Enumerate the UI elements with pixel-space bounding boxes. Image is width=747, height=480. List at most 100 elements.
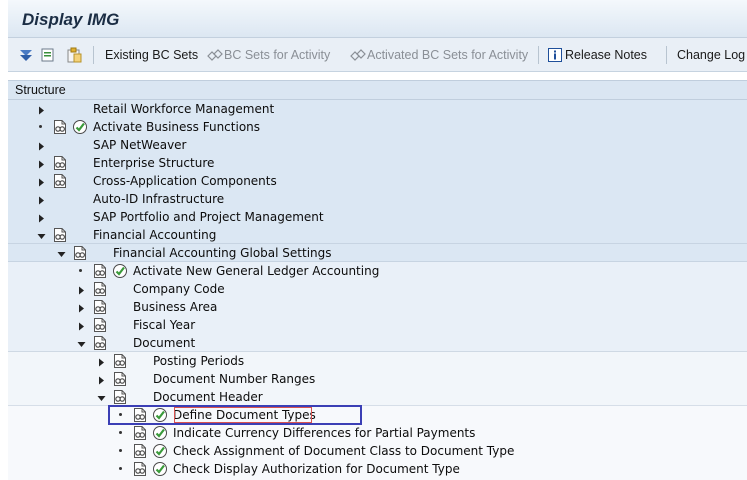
expand-subtree-button[interactable] <box>18 38 34 72</box>
info-icon <box>548 48 562 62</box>
activated-bc-sets-label: Activated BC Sets for Activity <box>367 48 529 62</box>
tree-node-posting-periods[interactable]: Posting Periods <box>8 352 747 370</box>
documentation-icon[interactable] <box>52 155 68 171</box>
existing-bc-sets-button[interactable]: Existing BC Sets <box>105 38 198 72</box>
expand-node-icon[interactable] <box>97 356 105 367</box>
expand-node-icon[interactable] <box>37 158 45 169</box>
tree-node-activate-new-general-ledger-accounting[interactable]: Activate New General Ledger Accounting <box>8 262 747 280</box>
find-button[interactable] <box>40 38 56 72</box>
expand-node-icon[interactable] <box>37 212 45 223</box>
clipboard-icon <box>67 47 82 63</box>
documentation-icon[interactable] <box>112 389 128 405</box>
tree-node-label: Document <box>133 336 196 350</box>
expand-node-icon[interactable] <box>37 176 45 187</box>
documentation-icon[interactable] <box>72 245 88 261</box>
documentation-icon[interactable] <box>52 173 68 189</box>
execute-activity-icon[interactable] <box>152 461 168 477</box>
tree-node-check-assignment-of-document-class-to-document-type[interactable]: Check Assignment of Document Class to Do… <box>8 442 747 460</box>
collapse-node-icon[interactable] <box>97 392 106 401</box>
tree-node-label: Auto-ID Infrastructure <box>93 192 225 206</box>
tree-node-label: Activate New General Ledger Accounting <box>133 264 380 278</box>
execute-activity-icon[interactable] <box>72 119 88 135</box>
paste-button[interactable] <box>66 38 82 72</box>
documentation-icon[interactable] <box>92 281 108 297</box>
collapse-node-icon[interactable] <box>57 248 66 257</box>
activated-bc-set-icon <box>350 49 366 61</box>
tree-node-label: Fiscal Year <box>133 318 196 332</box>
expand-node-icon[interactable] <box>77 320 85 331</box>
tree-node-auto-id-infrastructure[interactable]: Auto-ID Infrastructure <box>8 190 747 208</box>
tree-node-check-display-authorization-for-document-type[interactable]: Check Display Authorization for Document… <box>8 460 747 478</box>
expand-node-icon[interactable] <box>97 374 105 385</box>
tree-node-label: Enterprise Structure <box>93 156 215 170</box>
tree-node-retail-workforce-management[interactable]: Retail Workforce Management <box>8 100 747 118</box>
tree-node-sap-netweaver[interactable]: SAP NetWeaver <box>8 136 747 154</box>
documentation-icon[interactable] <box>52 119 68 135</box>
tree-node-label: SAP Portfolio and Project Management <box>93 210 324 224</box>
tree-node-label: Business Area <box>133 300 218 314</box>
documentation-icon[interactable] <box>92 335 108 351</box>
documentation-icon[interactable] <box>112 371 128 387</box>
documentation-icon[interactable] <box>52 227 68 243</box>
tree-node-document-number-ranges[interactable]: Document Number Ranges <box>8 370 747 388</box>
tree-node-label: Indicate Currency Differences for Partia… <box>173 426 476 440</box>
expand-node-icon[interactable] <box>77 284 85 295</box>
expand-node-icon[interactable] <box>37 104 45 115</box>
leaf-bullet <box>39 125 42 128</box>
release-notes-button[interactable]: Release Notes <box>548 38 647 72</box>
tree-node-fiscal-year[interactable]: Fiscal Year <box>8 316 747 334</box>
documentation-icon[interactable] <box>92 317 108 333</box>
selection-focus-box <box>174 407 312 423</box>
documentation-icon[interactable] <box>92 299 108 315</box>
tree-node-sap-portfolio-and-project-management[interactable]: SAP Portfolio and Project Management <box>8 208 747 226</box>
tree-node-label: Check Assignment of Document Class to Do… <box>173 444 515 458</box>
activated-bc-sets-button[interactable]: Activated BC Sets for Activity <box>348 38 528 72</box>
collapse-node-icon[interactable] <box>37 230 46 239</box>
tree-node-cross-application-components[interactable]: Cross-Application Components <box>8 172 747 190</box>
tree-node-financial-accounting-global-settings[interactable]: Financial Accounting Global Settings <box>8 244 747 262</box>
tree-node-label: Retail Workforce Management <box>93 102 275 116</box>
change-log-label: Change Log <box>677 48 746 62</box>
expand-node-icon[interactable] <box>77 302 85 313</box>
find-icon <box>41 48 54 62</box>
documentation-icon[interactable] <box>132 461 148 477</box>
expand-node-icon[interactable] <box>37 140 45 151</box>
application-toolbar: Existing BC Sets BC Sets for Activity Ac… <box>8 38 747 72</box>
toolbar-separator <box>93 46 94 64</box>
tree-node-activate-business-functions[interactable]: Activate Business Functions <box>8 118 747 136</box>
tree-node-enterprise-structure[interactable]: Enterprise Structure <box>8 154 747 172</box>
structure-header: Structure <box>8 80 747 100</box>
documentation-icon[interactable] <box>92 263 108 279</box>
documentation-icon[interactable] <box>112 353 128 369</box>
tree-node-company-code[interactable]: Company Code <box>8 280 747 298</box>
release-notes-label: Release Notes <box>565 48 647 62</box>
tree-node-label: Cross-Application Components <box>93 174 277 188</box>
existing-bc-sets-label: Existing BC Sets <box>105 48 199 62</box>
title-bar: Display IMG <box>8 0 747 38</box>
documentation-icon[interactable] <box>132 443 148 459</box>
tree-node-document-header[interactable]: Document Header <box>8 388 747 406</box>
tree-node-indicate-currency-differences-for-partial-payments[interactable]: Indicate Currency Differences for Partia… <box>8 424 747 442</box>
tree-node-financial-accounting[interactable]: Financial Accounting <box>8 226 747 244</box>
toolbar-separator <box>538 46 539 64</box>
leaf-bullet <box>119 449 122 452</box>
structure-header-label: Structure <box>15 83 66 97</box>
tree-node-document[interactable]: Document <box>8 334 747 352</box>
bc-sets-for-activity-label: BC Sets for Activity <box>224 48 331 62</box>
leaf-bullet <box>119 431 122 434</box>
execute-activity-icon[interactable] <box>152 443 168 459</box>
tree-node-business-area[interactable]: Business Area <box>8 298 747 316</box>
collapse-node-icon[interactable] <box>77 338 86 347</box>
documentation-icon[interactable] <box>132 425 148 441</box>
execute-activity-icon[interactable] <box>152 425 168 441</box>
tree-node-label: Activate Business Functions <box>93 120 261 134</box>
tree-node-label: Company Code <box>133 282 225 296</box>
leaf-bullet <box>79 269 82 272</box>
bc-sets-for-activity-button[interactable]: BC Sets for Activity <box>205 38 330 72</box>
change-log-button[interactable]: Change Log <box>677 38 745 72</box>
bc-set-icon <box>207 49 223 61</box>
execute-activity-icon[interactable] <box>112 263 128 279</box>
tree-node-label: Document Number Ranges <box>153 372 316 386</box>
tree-node-label: Financial Accounting <box>93 228 217 242</box>
expand-node-icon[interactable] <box>37 194 45 205</box>
